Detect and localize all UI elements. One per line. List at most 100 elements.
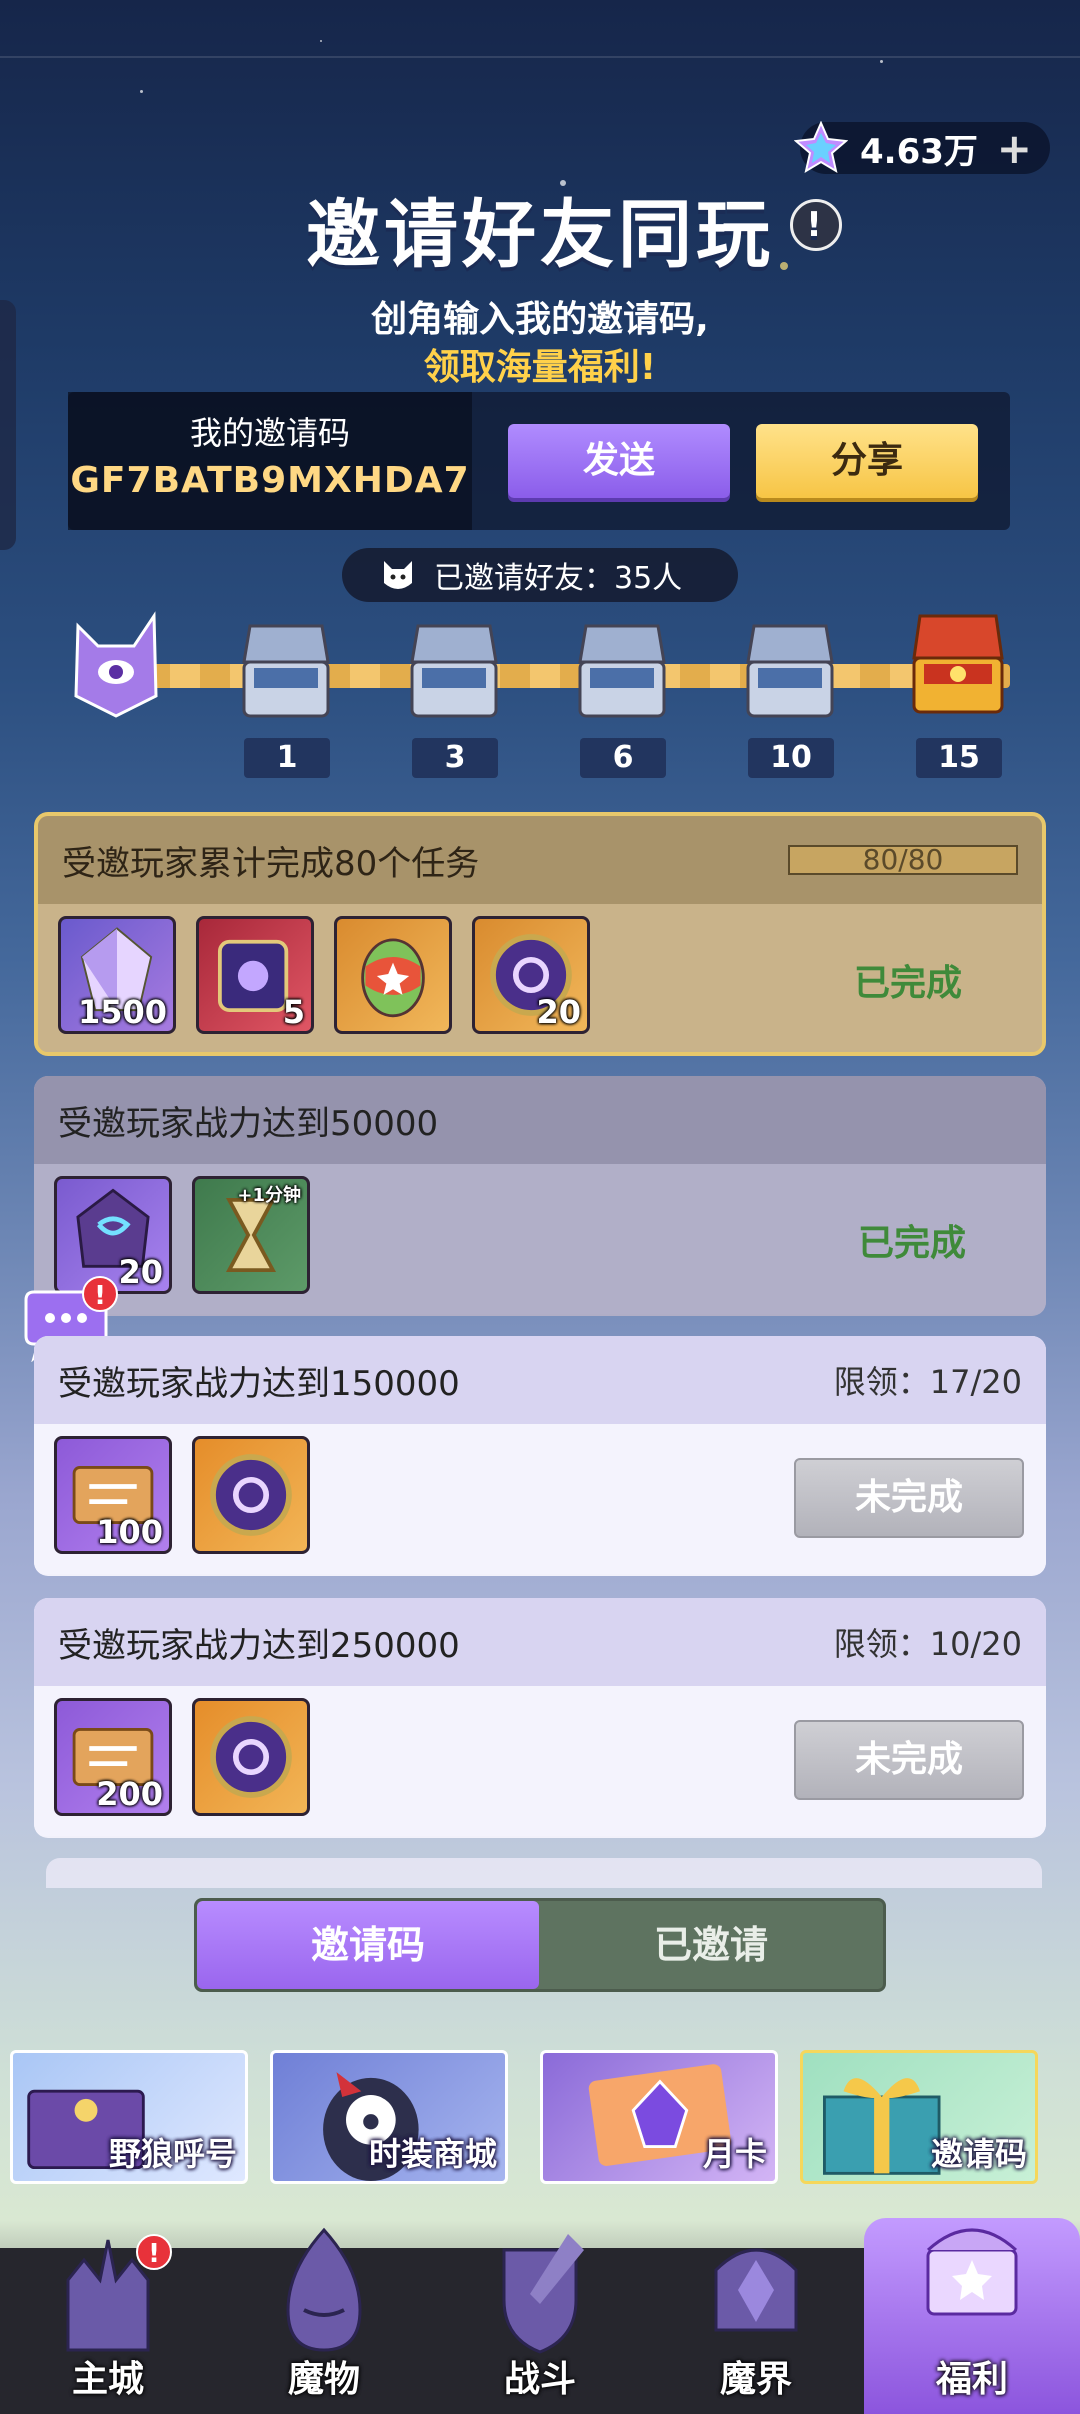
coin-icon — [210, 1454, 292, 1536]
invite-tabs: 邀请码 已邀请 — [194, 1898, 886, 1992]
reward-item[interactable]: 5 — [196, 916, 314, 1034]
reward-count: 200 — [96, 1775, 163, 1813]
mascot-icon — [74, 611, 158, 718]
reward-count: 5 — [282, 993, 305, 1031]
nav-label: 战斗 — [503, 2359, 576, 2400]
task-limit: 限领：10/20 — [833, 1625, 1022, 1663]
milestone-count: 1 — [244, 738, 330, 778]
cat-icon — [384, 561, 412, 589]
reward-item[interactable]: +1分钟 — [192, 1176, 310, 1294]
star-decor — [140, 90, 143, 93]
reward-item[interactable] — [334, 916, 452, 1034]
task-card: 受邀玩家战力达到250000 限领：10/20 200 未完成 — [34, 1598, 1046, 1838]
task-title: 受邀玩家累计完成80个任务 — [62, 843, 480, 884]
shield-sword-icon — [502, 2234, 584, 2354]
invited-count-text: 已邀请好友：35人 — [434, 561, 683, 596]
egg-icon — [361, 938, 425, 1018]
nav-label: 魔物 — [287, 2359, 360, 2400]
milestone-chest-2[interactable] — [398, 616, 510, 732]
promo-label: 时装商城 — [368, 2135, 497, 2173]
nav-label: 魔界 — [719, 2359, 792, 2400]
promo-tile-monthly-card[interactable]: 月卡 — [540, 2050, 778, 2184]
task-card: 受邀玩家战力达到50000 20 +1分钟 已完成 — [34, 1076, 1046, 1316]
promo-tile-invite-code[interactable]: 邀请码 — [800, 2050, 1038, 2184]
task-progress-text: 80/80 — [862, 843, 944, 876]
reward-item[interactable]: 20 — [54, 1176, 172, 1294]
star-gem-icon — [794, 121, 848, 174]
milestone-count: 15 — [916, 738, 1002, 778]
task-incomplete-button[interactable]: 未完成 — [794, 1720, 1024, 1800]
star-decor — [320, 40, 322, 42]
reward-count: 100 — [96, 1513, 163, 1551]
invite-code-value: GF7BATB9MXHDA7 — [70, 460, 470, 501]
bottom-nav: ! 主城 魔物 战斗 魔界 福利 — [0, 2218, 1080, 2414]
invite-code-label: 我的邀请码 — [189, 414, 350, 452]
tab-invite-code[interactable]: 邀请码 — [197, 1901, 539, 1989]
top-divider — [0, 56, 1080, 58]
page-title-wrap: 邀请好友同玩 ! — [0, 175, 1080, 282]
nav-label: 福利 — [935, 2359, 1008, 2400]
reward-item[interactable]: 100 — [54, 1436, 172, 1554]
nav-item-welfare[interactable]: 福利 — [864, 2218, 1080, 2414]
page-title: 邀请好友同玩 — [306, 192, 774, 278]
crystal-shield-icon — [714, 2248, 798, 2332]
notification-badge: ! — [136, 2234, 172, 2270]
invite-code-box[interactable]: 我的邀请码 GF7BATB9MXHDA7 — [68, 392, 472, 530]
promo-label: 月卡 — [702, 2135, 767, 2173]
nav-item-main-city[interactable]: ! 主城 — [0, 2234, 216, 2414]
task-card: 受邀玩家累计完成80个任务 80/80 1500 5 20 已完成 — [34, 812, 1046, 1056]
task-progress-bar: 80/80 — [788, 845, 1018, 875]
task-title: 受邀玩家战力达到150000 — [58, 1363, 460, 1404]
reward-item[interactable] — [192, 1436, 310, 1554]
task-card-peek — [46, 1858, 1042, 1888]
nav-item-demon-realm[interactable]: 魔界 — [648, 2248, 864, 2414]
invited-count-pill: 已邀请好友：35人 — [342, 548, 738, 602]
reward-item[interactable]: 1500 — [58, 916, 176, 1034]
task-card: 受邀玩家战力达到150000 限领：17/20 100 未完成 — [34, 1336, 1046, 1576]
currency-amount: 4.63万 — [860, 131, 978, 172]
star-decor — [880, 60, 883, 63]
promo-tile-wolf-call[interactable]: 野狼呼号 — [10, 2050, 248, 2184]
silver-chest-icon — [746, 624, 834, 718]
notification-badge: ! — [82, 1276, 118, 1312]
flame-monster-icon — [286, 2227, 362, 2352]
silver-chest-icon — [578, 624, 666, 718]
silver-chest-icon — [242, 624, 330, 718]
promo-tile-fashion-shop[interactable]: 时装商城 — [270, 2050, 508, 2184]
reward-count: 20 — [118, 1253, 163, 1291]
reward-item[interactable]: 200 — [54, 1698, 172, 1816]
subtitle-line1: 创角输入我的邀请码, — [371, 299, 709, 340]
currency-display: 4.63万 + — [794, 121, 1050, 174]
milestone-count: 10 — [748, 738, 834, 778]
nav-item-monsters[interactable]: 魔物 — [216, 2227, 432, 2414]
milestone-count: 3 — [412, 738, 498, 778]
milestone-chest-4[interactable] — [734, 616, 846, 732]
tab-invited[interactable]: 已邀请 — [539, 1901, 883, 1989]
coin-icon — [210, 1716, 292, 1798]
promo-label: 邀请码 — [930, 2135, 1027, 2173]
info-button[interactable]: ! — [790, 199, 842, 251]
task-limit: 限领：17/20 — [833, 1363, 1022, 1401]
reward-item[interactable]: 20 — [472, 916, 590, 1034]
send-button[interactable]: 发送 — [508, 424, 730, 498]
gold-chest-icon — [912, 614, 1004, 714]
reward-item[interactable] — [192, 1698, 310, 1816]
task-status: 已完成 — [857, 1223, 966, 1264]
task-incomplete-button[interactable]: 未完成 — [794, 1458, 1024, 1538]
milestone-chest-3[interactable] — [566, 616, 678, 732]
promo-label: 野狼呼号 — [108, 2135, 237, 2173]
milestone-chest-5[interactable] — [902, 608, 1014, 724]
share-button[interactable]: 分享 — [756, 424, 978, 498]
nav-item-battle[interactable]: 战斗 — [432, 2234, 648, 2414]
task-title: 受邀玩家战力达到250000 — [58, 1625, 460, 1666]
silver-chest-icon — [410, 624, 498, 718]
add-currency-button[interactable]: + — [997, 124, 1032, 173]
reward-tag: +1分钟 — [237, 1185, 301, 1206]
task-status: 已完成 — [853, 963, 962, 1004]
reward-count: 20 — [536, 993, 581, 1031]
nav-label: 主城 — [71, 2359, 144, 2400]
subtitle-line2: 领取海量福利! — [423, 347, 657, 388]
task-title: 受邀玩家战力达到50000 — [58, 1103, 439, 1144]
reward-count: 1500 — [77, 993, 167, 1031]
milestone-chest-1[interactable] — [230, 616, 342, 732]
